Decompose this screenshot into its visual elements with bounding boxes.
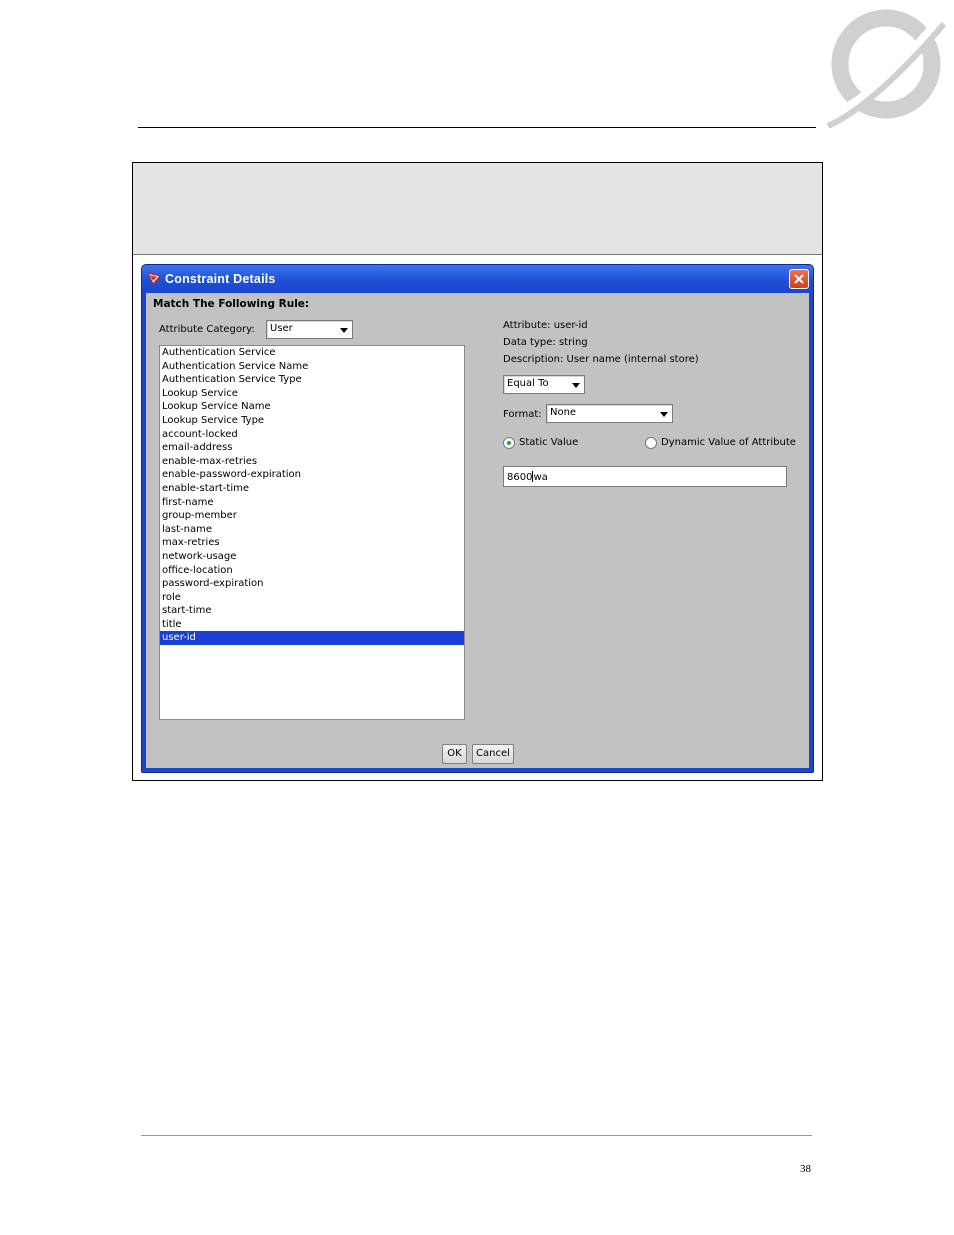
chevron-down-icon: [660, 412, 668, 417]
list-item[interactable]: max-retries: [160, 536, 464, 550]
header-rule: [138, 127, 816, 128]
dynamic-value-radio[interactable]: [645, 437, 657, 449]
data-type-info: Data type: string: [503, 337, 588, 348]
value-text-after-caret: wa: [533, 472, 548, 483]
frame-header: [133, 163, 822, 255]
list-item[interactable]: email-address: [160, 441, 464, 455]
dialog-body: Match The Following Rule: Attribute Cate…: [146, 293, 809, 768]
company-logo-icon: [826, 9, 946, 128]
static-value-radio[interactable]: [503, 437, 515, 449]
list-item[interactable]: enable-start-time: [160, 482, 464, 496]
attribute-info: Attribute: user-id: [503, 320, 588, 331]
footer-rule: [141, 1135, 812, 1136]
list-item[interactable]: network-usage: [160, 550, 464, 564]
list-item[interactable]: office-location: [160, 564, 464, 578]
attribute-list[interactable]: Authentication Service Authentication Ser…: [159, 345, 465, 720]
format-dropdown[interactable]: None: [546, 404, 673, 423]
description-info: Description: User name (internal store): [503, 354, 699, 365]
value-input[interactable]: 8600wa: [503, 466, 787, 487]
list-item[interactable]: first-name: [160, 496, 464, 510]
rule-heading: Match The Following Rule:: [153, 298, 310, 310]
list-item[interactable]: Lookup Service: [160, 387, 464, 401]
constraint-details-dialog: Constraint Details Match The Following R…: [141, 264, 814, 773]
operator-dropdown[interactable]: Equal To: [503, 375, 585, 394]
attribute-category-dropdown[interactable]: User: [266, 320, 353, 339]
attribute-category-label: Attribute Category:: [159, 324, 255, 335]
chevron-down-icon: [572, 383, 580, 388]
attribute-category-value: User: [270, 323, 293, 334]
list-item[interactable]: Lookup Service Name: [160, 400, 464, 414]
dialog-title-bar[interactable]: Constraint Details: [142, 265, 813, 293]
cancel-button[interactable]: Cancel: [472, 744, 514, 764]
screenshot-frame: Constraint Details Match The Following R…: [132, 162, 823, 781]
list-item[interactable]: account-locked: [160, 428, 464, 442]
list-item[interactable]: start-time: [160, 604, 464, 618]
list-item[interactable]: user-id: [160, 631, 464, 646]
list-item[interactable]: Authentication Service Name: [160, 360, 464, 374]
operator-value: Equal To: [507, 378, 549, 389]
list-item[interactable]: role: [160, 591, 464, 605]
chevron-down-icon: [340, 328, 348, 333]
list-item[interactable]: Authentication Service Type: [160, 373, 464, 387]
list-item[interactable]: group-member: [160, 509, 464, 523]
close-icon: [794, 274, 804, 284]
list-item[interactable]: Authentication Service: [160, 346, 464, 360]
dynamic-value-label: Dynamic Value of Attribute: [661, 437, 796, 448]
list-item[interactable]: enable-max-retries: [160, 455, 464, 469]
list-item[interactable]: Lookup Service Type: [160, 414, 464, 428]
list-item[interactable]: enable-password-expiration: [160, 468, 464, 482]
radio-selected-dot: [507, 441, 511, 445]
list-item[interactable]: last-name: [160, 523, 464, 537]
format-value: None: [550, 407, 577, 418]
page-number: 38: [800, 1163, 811, 1175]
format-label: Format:: [503, 409, 542, 420]
app-icon: [147, 272, 161, 285]
static-value-label: Static Value: [519, 437, 579, 448]
ok-button[interactable]: OK: [442, 744, 467, 764]
close-button[interactable]: [789, 269, 809, 289]
list-item[interactable]: password-expiration: [160, 577, 464, 591]
value-text-before-caret: 8600: [507, 472, 533, 483]
list-item[interactable]: title: [160, 618, 464, 632]
dialog-title: Constraint Details: [165, 272, 276, 286]
